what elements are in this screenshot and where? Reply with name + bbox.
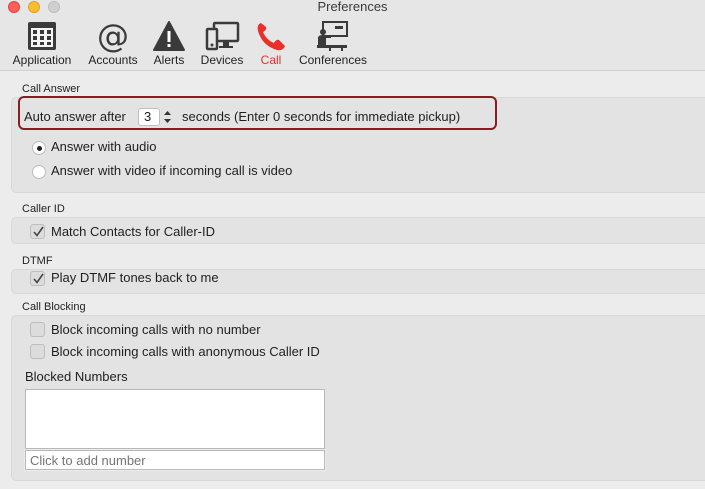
application-grid-icon bbox=[24, 19, 60, 53]
tab-accounts-label: Accounts bbox=[88, 53, 138, 67]
tab-conferences-label: Conferences bbox=[298, 53, 368, 67]
tab-alerts[interactable]: Alerts bbox=[148, 16, 190, 71]
devices-monitor-icon bbox=[204, 19, 240, 53]
block-anonymous-label: Block incoming calls with anonymous Call… bbox=[51, 344, 320, 359]
tab-application[interactable]: Application bbox=[6, 16, 78, 71]
dtmf-section-title: DTMF bbox=[22, 255, 53, 267]
block-no-number-checkbox[interactable] bbox=[30, 322, 45, 337]
tab-conferences[interactable]: Conferences bbox=[294, 16, 372, 71]
add-number-input[interactable] bbox=[24, 449, 326, 471]
svg-text:@: @ bbox=[97, 19, 129, 53]
tab-devices[interactable]: Devices bbox=[196, 16, 248, 71]
auto-answer-stepper[interactable] bbox=[161, 108, 174, 126]
play-dtmf-label: Play DTMF tones back to me bbox=[51, 270, 219, 285]
warning-triangle-icon bbox=[151, 19, 187, 53]
tab-application-label: Application bbox=[12, 53, 72, 67]
call-blocking-section-title: Call Blocking bbox=[22, 301, 86, 313]
blocked-numbers-list[interactable] bbox=[25, 389, 325, 449]
answer-with-audio-label: Answer with audio bbox=[51, 139, 157, 154]
auto-answer-suffix: seconds (Enter 0 seconds for immediate p… bbox=[182, 109, 461, 124]
block-anonymous-checkbox[interactable] bbox=[30, 344, 45, 359]
checkmark-icon bbox=[33, 273, 44, 284]
stepper-arrows-icon bbox=[164, 111, 171, 123]
checkmark-icon bbox=[33, 226, 44, 237]
play-dtmf-checkbox[interactable] bbox=[30, 271, 45, 286]
answer-with-video-radio[interactable] bbox=[32, 165, 46, 179]
tab-call-label: Call bbox=[260, 53, 282, 67]
match-contacts-checkbox[interactable] bbox=[30, 224, 45, 239]
caller-id-section-title: Caller ID bbox=[22, 203, 65, 215]
window-title: Preferences bbox=[317, 0, 388, 14]
preferences-toolbar: Application @ Accounts Alerts Devices Ca… bbox=[0, 16, 705, 71]
auto-answer-label: Auto answer after bbox=[24, 109, 126, 124]
title-bar: Preferences bbox=[0, 0, 705, 16]
tab-accounts[interactable]: @ Accounts bbox=[82, 16, 144, 71]
block-no-number-label: Block incoming calls with no number bbox=[51, 322, 261, 337]
at-sign-icon: @ bbox=[95, 17, 131, 55]
call-preferences-pane: Call Answer Auto answer after 3 seconds … bbox=[0, 72, 705, 489]
auto-answer-seconds-field[interactable]: 3 bbox=[138, 108, 160, 126]
match-contacts-label: Match Contacts for Caller-ID bbox=[51, 224, 215, 239]
answer-with-video-label: Answer with video if incoming call is vi… bbox=[51, 163, 293, 178]
tab-call[interactable]: Call bbox=[252, 16, 290, 71]
tab-alerts-label: Alerts bbox=[153, 53, 185, 67]
answer-with-audio-radio[interactable] bbox=[32, 141, 46, 155]
phone-handset-icon bbox=[253, 19, 289, 53]
call-answer-section-title: Call Answer bbox=[22, 83, 81, 95]
blocked-numbers-label: Blocked Numbers bbox=[25, 369, 128, 384]
tab-devices-label: Devices bbox=[200, 53, 244, 67]
conference-presentation-icon bbox=[315, 19, 351, 53]
